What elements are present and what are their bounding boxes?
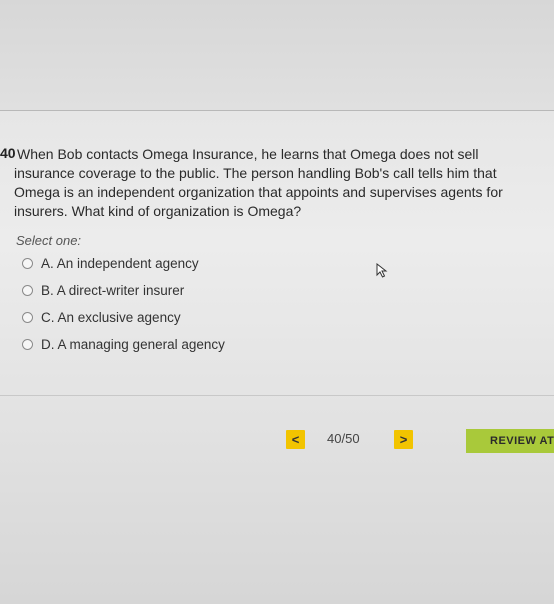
option-label: B. A direct-writer insurer: [41, 282, 185, 298]
current-page: 40: [327, 431, 342, 446]
page-indicator: 40/50: [327, 431, 360, 446]
question-text-line: Omega is an independent organization tha…: [14, 184, 503, 200]
chevron-right-icon: >: [399, 432, 408, 447]
option-c[interactable]: C. An exclusive agency: [22, 308, 181, 326]
footer-divider: [0, 395, 554, 396]
header-divider: [0, 110, 554, 111]
header-band: [0, 0, 554, 110]
review-button-label: REVIEW AT: [490, 435, 554, 447]
question-text-line: When Bob contacts Omega Insurance, he le…: [17, 146, 479, 162]
question-text-line: insurance coverage to the public. The pe…: [14, 165, 497, 181]
radio-button[interactable]: [22, 284, 33, 296]
total-pages: 50: [345, 431, 360, 446]
option-b[interactable]: B. A direct-writer insurer: [22, 281, 184, 299]
mouse-pointer-icon: [376, 263, 388, 278]
question-text: When Bob contacts Omega Insurance, he le…: [14, 145, 529, 221]
previous-question-button[interactable]: <: [286, 430, 305, 449]
question-text-line: insurers. What kind of organization is O…: [14, 203, 302, 219]
option-a[interactable]: A. An independent agency: [22, 254, 199, 272]
chevron-left-icon: <: [291, 432, 300, 447]
next-question-button[interactable]: >: [394, 430, 413, 449]
option-label: D. A managing general agency: [41, 336, 225, 352]
select-one-prompt: Select one:: [16, 233, 82, 248]
radio-button[interactable]: [22, 311, 33, 323]
option-label: A. An independent agency: [41, 255, 199, 271]
radio-button[interactable]: [22, 338, 33, 350]
option-label: C. An exclusive agency: [41, 309, 181, 325]
review-attempt-button[interactable]: REVIEW AT: [466, 429, 554, 453]
radio-button[interactable]: [22, 257, 33, 269]
option-d[interactable]: D. A managing general agency: [22, 335, 225, 353]
